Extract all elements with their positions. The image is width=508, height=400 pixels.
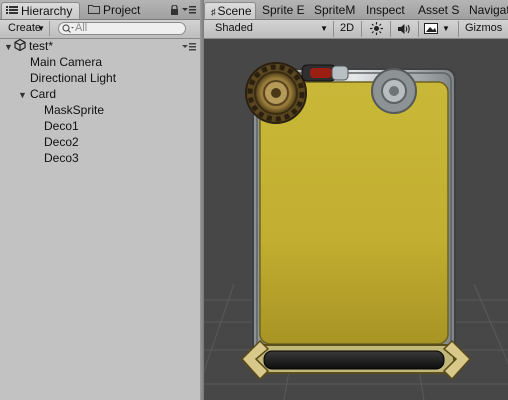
dropdown-arrow-icon: ▼: [320, 24, 328, 33]
tab-sprite-editor[interactable]: Sprite E: [262, 2, 308, 19]
card-sprite: [240, 62, 472, 381]
tab-scene[interactable]: ♯ Scene: [204, 2, 256, 19]
lock-icon[interactable]: [170, 4, 179, 18]
tab-hierarchy-label: Hierarchy: [21, 4, 73, 18]
expand-arrow-icon: ▼: [4, 42, 13, 52]
panel-menu-icon[interactable]: [182, 5, 196, 18]
scene-panel: ♯ Scene Sprite E SpriteM Inspect Asset S …: [204, 0, 508, 400]
gizmos-dropdown[interactable]: Gizmos: [462, 21, 508, 36]
scene-root-row[interactable]: ▼ test*: [4, 38, 53, 54]
scene-viewport[interactable]: [204, 39, 508, 400]
expand-arrow-icon[interactable]: ▼: [18, 87, 30, 103]
create-label: Create: [8, 22, 42, 34]
tree-item-main-camera[interactable]: Main Camera: [30, 54, 102, 70]
brass-gear: [245, 62, 307, 124]
tab-asset-store[interactable]: Asset S: [418, 2, 462, 19]
gizmos-label: Gizmos: [465, 22, 503, 34]
shading-mode-value: Shaded: [215, 22, 253, 34]
search-icon: [62, 24, 74, 37]
search-placeholder: All: [75, 22, 88, 34]
speaker-icon: [397, 24, 411, 36]
scene-menu-icon[interactable]: [182, 42, 196, 54]
dropdown-arrow-icon: ▼: [37, 24, 45, 33]
search-input[interactable]: All: [58, 22, 186, 35]
bottom-bar: [240, 339, 472, 381]
audio-toggle[interactable]: [393, 21, 415, 36]
tab-hierarchy[interactable]: Hierarchy: [1, 2, 80, 19]
dropdown-arrow-icon: ▼: [442, 24, 450, 33]
effects-dropdown[interactable]: ▼: [421, 21, 453, 36]
scene-icon: ♯: [211, 7, 216, 17]
tree-item-deco3[interactable]: Deco3: [44, 150, 79, 166]
toolbar-divider: [333, 21, 334, 37]
small-gear: [371, 68, 417, 114]
tree-item-deco2[interactable]: Deco2: [44, 134, 79, 150]
sun-icon: [369, 22, 383, 36]
unity-logo-icon: [14, 38, 26, 55]
hierarchy-tab-bar: Hierarchy Project: [0, 0, 200, 20]
lighting-toggle[interactable]: [365, 21, 387, 36]
tab-navigation[interactable]: Navigati: [469, 2, 508, 19]
tab-inspector[interactable]: Inspect: [366, 2, 412, 19]
shading-mode-dropdown[interactable]: Shaded ▼: [210, 21, 330, 36]
toolbar-divider: [390, 21, 391, 37]
toolbar-divider: [458, 21, 459, 37]
tab-sprite-manager[interactable]: SpriteM: [314, 2, 356, 19]
tree-item-card[interactable]: ▼ Card: [18, 86, 56, 102]
tree-item-card-label: Card: [30, 87, 57, 101]
list-icon: [6, 3, 18, 19]
image-icon: [424, 23, 438, 36]
scene-name: test*: [29, 39, 54, 53]
tree-item-deco1[interactable]: Deco1: [44, 118, 79, 134]
create-dropdown[interactable]: Create ▼: [4, 21, 50, 36]
hierarchy-panel: Hierarchy Project Create ▼ All ▼ test* M…: [0, 0, 200, 400]
folder-icon: [88, 2, 100, 19]
tab-scene-label: Scene: [217, 4, 252, 18]
toolbar-divider: [418, 21, 419, 37]
scene-toolbar: Shaded ▼ 2D ▼ Gizmos: [204, 20, 508, 39]
mode-2d-toggle[interactable]: 2D: [337, 21, 357, 36]
tree-item-masksprite[interactable]: MaskSprite: [44, 102, 104, 118]
tab-project-label: Project: [103, 3, 141, 17]
tab-project[interactable]: Project: [88, 2, 150, 19]
tree-item-directional-light[interactable]: Directional Light: [30, 70, 116, 86]
tube-piece: [301, 64, 349, 82]
scene-tab-bar: ♯ Scene Sprite E SpriteM Inspect Asset S …: [204, 0, 508, 20]
toolbar-divider: [361, 21, 362, 37]
hierarchy-toolbar: Create ▼ All: [0, 20, 200, 39]
